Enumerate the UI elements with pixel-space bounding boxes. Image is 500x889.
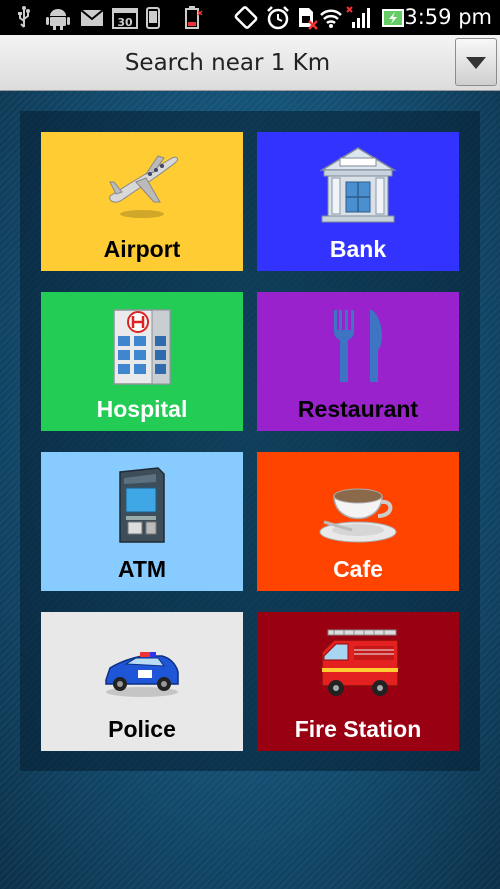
fire-truck-icon bbox=[321, 629, 399, 696]
tile-bank[interactable]: Bank bbox=[257, 132, 459, 271]
tile-police[interactable]: Police bbox=[41, 612, 243, 751]
signal-icon bbox=[346, 6, 370, 28]
screen-rotate-icon bbox=[234, 6, 258, 29]
phone-icon bbox=[146, 7, 160, 29]
tile-label: ATM bbox=[117, 556, 167, 582]
status-bar: 30 3:59 pm bbox=[0, 0, 500, 35]
header-title: Search near 1 Km bbox=[124, 50, 331, 76]
gmail-icon bbox=[80, 9, 104, 26]
tile-label: Police bbox=[108, 716, 176, 742]
tile-atm[interactable]: ATM bbox=[41, 452, 243, 591]
android-debug-icon bbox=[46, 9, 70, 30]
status-time: 3:59 pm bbox=[404, 5, 492, 29]
alarm-icon bbox=[267, 6, 289, 30]
atm-icon bbox=[119, 467, 165, 543]
tile-label: Airport bbox=[103, 236, 181, 262]
tile-label: Bank bbox=[329, 236, 387, 262]
tile-label: Cafe bbox=[333, 556, 383, 582]
fork-knife-icon bbox=[334, 310, 382, 382]
hospital-icon bbox=[113, 309, 171, 385]
police-car-icon bbox=[105, 652, 179, 697]
wifi-icon bbox=[320, 9, 342, 28]
usb-icon bbox=[18, 6, 30, 28]
tile-fire-station[interactable]: Fire Station bbox=[257, 612, 459, 751]
dropdown-button[interactable] bbox=[455, 38, 497, 86]
tile-airport[interactable]: Airport bbox=[41, 132, 243, 271]
tile-label: Hospital bbox=[96, 396, 188, 422]
location-radius-spinner[interactable]: Search near 1 Km bbox=[0, 35, 500, 91]
battery-charging-icon bbox=[382, 9, 404, 27]
sim-error-icon bbox=[299, 8, 318, 30]
tile-restaurant[interactable]: Restaurant bbox=[257, 292, 459, 431]
tile-label: Fire Station bbox=[294, 716, 422, 742]
tile-hospital[interactable]: Hospital bbox=[41, 292, 243, 431]
calendar-icon: 30 bbox=[112, 8, 138, 29]
battery-low-icon bbox=[185, 6, 203, 29]
coffee-cup-icon bbox=[319, 488, 397, 543]
airplane-icon bbox=[109, 155, 179, 218]
calendar-day: 30 bbox=[117, 16, 133, 29]
chevron-down-icon bbox=[466, 57, 486, 69]
tile-label: Restaurant bbox=[297, 396, 419, 422]
tile-cafe[interactable]: Cafe bbox=[257, 452, 459, 591]
bank-icon bbox=[319, 147, 397, 223]
